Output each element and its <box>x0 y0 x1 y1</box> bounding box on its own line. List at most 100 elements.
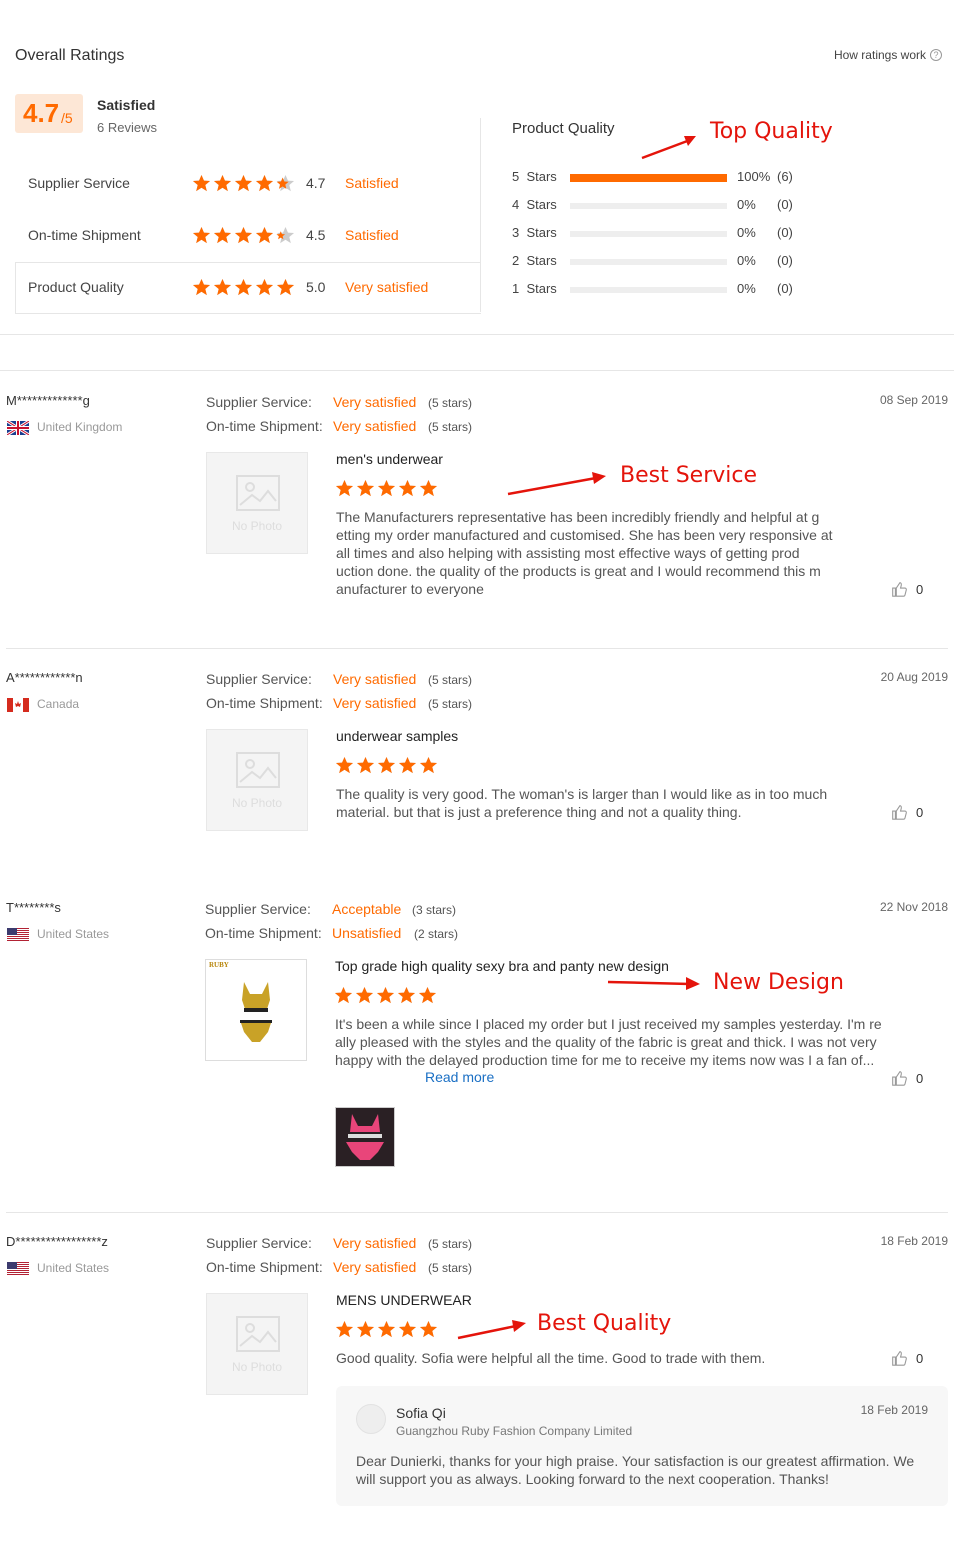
review-date: 20 Aug 2019 <box>880 670 948 684</box>
review-text: It's been a while since I placed my orde… <box>335 1016 882 1068</box>
flag-us-icon <box>7 1262 29 1276</box>
product-name[interactable]: men's underwear <box>336 451 443 467</box>
like-button[interactable]: 0 <box>890 580 923 598</box>
thumbs-up-icon <box>890 1069 908 1087</box>
star-icon <box>234 226 253 245</box>
seller-reply: Sofia Qi Guangzhou Ruby Fashion Company L… <box>336 1386 948 1506</box>
read-more-link[interactable]: Read more <box>423 1069 495 1085</box>
review-stars <box>334 986 439 1010</box>
criteria-name: On-time Shipment <box>28 227 141 243</box>
no-photo-label: No Photo <box>231 1360 283 1374</box>
star-icon <box>419 479 438 498</box>
star-icon <box>397 986 416 1005</box>
star-icon <box>192 278 211 297</box>
review-text: Good quality. Sofia were helpful all the… <box>336 1350 766 1366</box>
dist-label: 1 Stars <box>512 281 557 296</box>
reviewer-name: T********s <box>6 900 61 915</box>
seller-company: Guangzhou Ruby Fashion Company Limited <box>396 1424 633 1438</box>
product-name[interactable]: MENS UNDERWEAR <box>336 1292 472 1308</box>
ontime-shipment-label: On-time Shipment: <box>206 695 323 711</box>
arrow-best-service <box>507 472 606 496</box>
like-count: 0 <box>916 804 924 820</box>
star-icon <box>356 1320 375 1339</box>
star-icon <box>398 1320 417 1339</box>
criteria-name: Product Quality <box>28 279 124 295</box>
flag-us-icon <box>7 928 29 942</box>
supplier-service-label: Supplier Service: <box>205 901 311 917</box>
ontime-shipment-value: Very satisfied <box>333 1259 417 1275</box>
star-icon <box>335 756 354 775</box>
product-brand: RUBY <box>209 961 229 969</box>
criteria-frame-bottom <box>15 313 481 314</box>
ontime-shipment-stars: (2 stars) <box>414 927 459 941</box>
page-title: Overall Ratings <box>15 47 125 64</box>
criteria-label: Satisfied <box>345 175 399 191</box>
supplier-service-stars: (5 stars) <box>428 1237 473 1251</box>
review-text: The Manufacturers representative has bee… <box>336 509 833 597</box>
section-divider-2 <box>0 370 954 371</box>
criteria-score: 4.5 <box>306 227 326 243</box>
star-icon <box>418 986 437 1005</box>
annotation-top-quality: Top Quality <box>710 119 833 144</box>
star-icon <box>335 479 354 498</box>
review-date: 18 Feb 2019 <box>880 1234 948 1248</box>
like-button[interactable]: 0 <box>890 803 923 821</box>
review-date: 08 Sep 2019 <box>879 393 948 407</box>
review-date: 22 Nov 2018 <box>879 900 948 914</box>
like-count: 0 <box>916 1070 924 1086</box>
dist-count: (0) <box>777 253 793 268</box>
star-icon <box>192 174 211 193</box>
criteria-stars <box>192 278 297 302</box>
supplier-service-value: Acceptable <box>332 901 402 917</box>
dist-pct: 0% <box>737 225 756 240</box>
dist-bar-track <box>570 287 727 293</box>
like-button[interactable]: 0 <box>890 1069 923 1087</box>
star-icon <box>213 278 232 297</box>
supplier-service-value: Very satisfied <box>333 394 417 410</box>
criteria-score: 4.7 <box>306 175 326 191</box>
reviewer-name: D*****************z <box>6 1234 108 1249</box>
reviewer-name: A************n <box>6 670 83 685</box>
annotation-best-service: Best Service <box>620 463 758 488</box>
supplier-service-stars: (5 stars) <box>428 673 473 687</box>
star-icon <box>377 1320 396 1339</box>
star-icon <box>335 1320 354 1339</box>
product-name[interactable]: Top grade high quality sexy bra and pant… <box>335 958 669 974</box>
dist-pct: 0% <box>737 253 756 268</box>
ontime-shipment-label: On-time Shipment: <box>206 1259 323 1275</box>
how-ratings-work-link[interactable]: How ratings work ? <box>834 48 942 62</box>
star-icon <box>213 226 232 245</box>
dist-count: (0) <box>777 225 793 240</box>
review-stars <box>335 756 440 780</box>
reply-text: Dear Dunierki, thanks for your high prai… <box>356 1453 915 1487</box>
flag-canada-icon <box>7 698 29 712</box>
like-button[interactable]: 0 <box>890 1349 923 1367</box>
reviewer-country: Canada <box>37 697 80 711</box>
ontime-shipment-label: On-time Shipment: <box>205 925 322 941</box>
image-placeholder-icon <box>236 752 280 788</box>
star-icon <box>356 756 375 775</box>
dist-bar-fill <box>570 174 727 182</box>
star-icon <box>398 756 417 775</box>
ontime-shipment-stars: (5 stars) <box>428 1261 473 1275</box>
star-icon <box>377 756 396 775</box>
ontime-shipment-value: Very satisfied <box>333 418 417 434</box>
dist-count: (0) <box>777 281 793 296</box>
supplier-service-label: Supplier Service: <box>206 1235 312 1251</box>
thumbs-up-icon <box>890 580 908 598</box>
ontime-shipment-label: On-time Shipment: <box>206 418 323 434</box>
ontime-shipment-value: Unsatisfied <box>332 925 402 941</box>
seller-name: Sofia Qi <box>396 1405 446 1421</box>
star-icon <box>255 226 274 245</box>
product-image[interactable]: RUBY <box>205 959 307 1061</box>
criteria-frame <box>480 118 481 312</box>
score-badge: 4.7 /5 <box>15 94 83 133</box>
arrow-top-quality <box>641 136 696 160</box>
star-icon <box>419 756 438 775</box>
like-count: 0 <box>916 1350 924 1366</box>
dist-label: 2 Stars <box>512 253 557 268</box>
product-name[interactable]: underwear samples <box>336 728 458 744</box>
flag-uk-icon <box>6 419 30 437</box>
review-photo-thumbnail[interactable] <box>335 1107 395 1167</box>
reviewer-name: M*************g <box>6 393 90 408</box>
